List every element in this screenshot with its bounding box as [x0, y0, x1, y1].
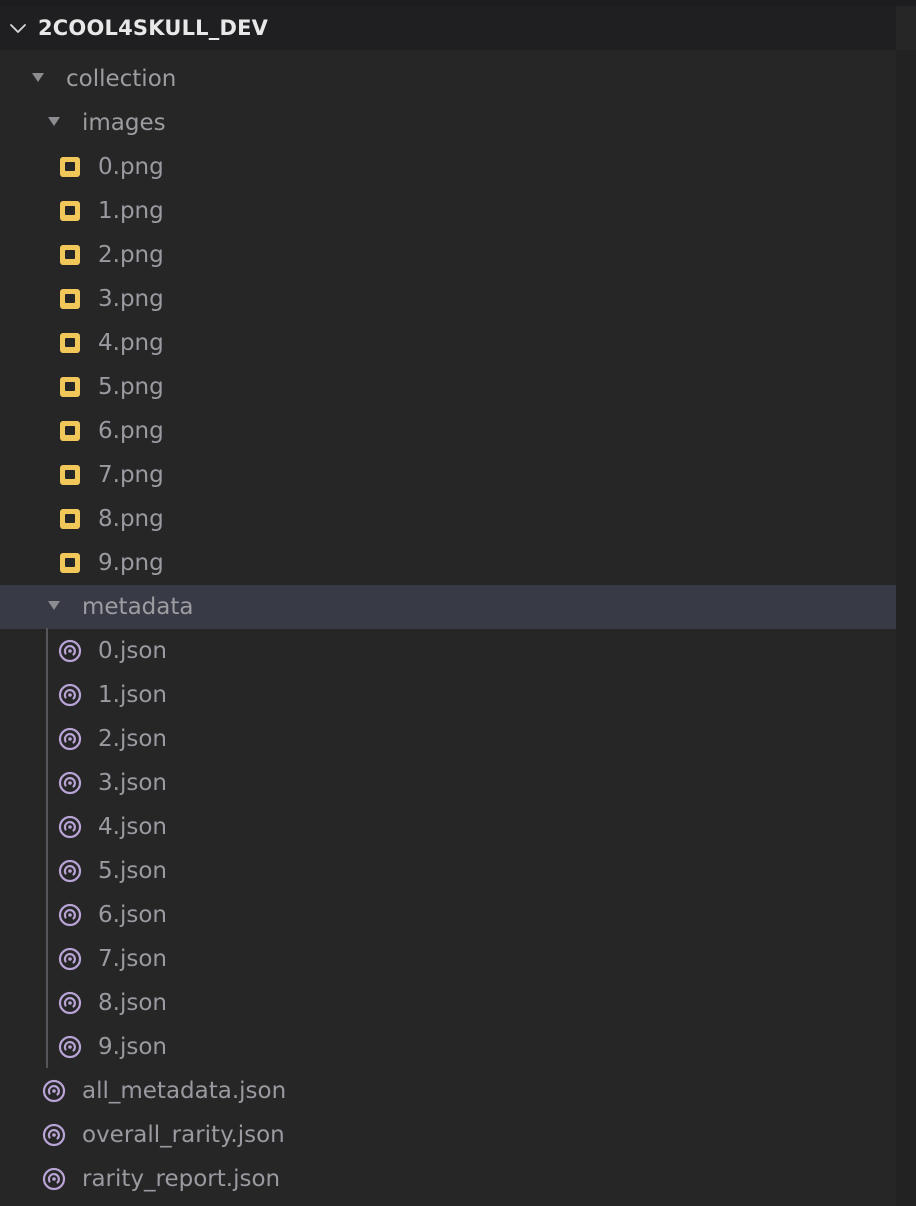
file-item[interactable]: 1.json — [0, 673, 896, 717]
file-label: 1.json — [98, 682, 167, 708]
json-file-icon — [58, 859, 82, 883]
folder-label: metadata — [82, 594, 194, 620]
caret-down-icon[interactable] — [48, 117, 60, 126]
file-item[interactable]: 9.json — [0, 1025, 896, 1069]
file-label: 4.json — [98, 814, 167, 840]
file-label: 1.png — [98, 198, 164, 224]
folder-images[interactable]: images — [0, 101, 896, 145]
caret-down-icon[interactable] — [48, 601, 60, 610]
image-file-icon — [60, 245, 80, 265]
image-file-icon — [60, 333, 80, 353]
file-item[interactable]: 6.json — [0, 893, 896, 937]
file-item[interactable]: 2.json — [0, 717, 896, 761]
file-label: 9.json — [98, 1034, 167, 1060]
json-file-icon — [42, 1079, 66, 1103]
file-item[interactable]: 5.json — [0, 849, 896, 893]
file-label: 3.png — [98, 286, 164, 312]
image-file-icon — [60, 289, 80, 309]
json-file-icon — [42, 1123, 66, 1147]
image-file-icon — [60, 157, 80, 177]
file-label: rarity_report.json — [82, 1166, 281, 1192]
file-label: 2.png — [98, 242, 164, 268]
folder-metadata[interactable]: metadata — [0, 585, 896, 629]
json-file-icon — [58, 727, 82, 751]
file-label: 5.png — [98, 374, 164, 400]
file-item[interactable]: 4.png — [0, 321, 896, 365]
file-label: 6.json — [98, 902, 167, 928]
image-file-icon — [60, 201, 80, 221]
file-label: 9.png — [98, 550, 164, 576]
file-item[interactable]: 7.json — [0, 937, 896, 981]
file-label: 0.png — [98, 154, 164, 180]
file-label: 8.json — [98, 990, 167, 1016]
folder-label: collection — [66, 66, 177, 92]
json-file-icon — [58, 1035, 82, 1059]
file-item[interactable]: 5.png — [0, 365, 896, 409]
file-item[interactable]: 8.png — [0, 497, 896, 541]
file-label: 3.json — [98, 770, 167, 796]
json-file-icon — [58, 771, 82, 795]
caret-down-icon[interactable] — [32, 73, 44, 82]
file-label: 8.png — [98, 506, 164, 532]
explorer-section-header[interactable]: 2COOL4SKULL_DEV — [0, 6, 896, 50]
file-label: 7.json — [98, 946, 167, 972]
file-item[interactable]: rarity_report.json — [0, 1157, 896, 1201]
file-item[interactable]: 6.png — [0, 409, 896, 453]
file-item[interactable]: 3.png — [0, 277, 896, 321]
json-file-icon — [58, 991, 82, 1015]
image-file-icon — [60, 465, 80, 485]
file-label: 2.json — [98, 726, 167, 752]
image-file-icon — [60, 553, 80, 573]
scrollbar-gutter[interactable] — [896, 50, 916, 1206]
file-label: overall_rarity.json — [82, 1122, 285, 1148]
file-label: 6.png — [98, 418, 164, 444]
file-label: 4.png — [98, 330, 164, 356]
file-label: all_metadata.json — [82, 1078, 287, 1104]
file-item[interactable]: 8.json — [0, 981, 896, 1025]
image-file-icon — [60, 377, 80, 397]
file-label: 7.png — [98, 462, 164, 488]
file-label: 0.json — [98, 638, 167, 664]
file-item[interactable]: 0.png — [0, 145, 896, 189]
file-item[interactable]: all_metadata.json — [0, 1069, 896, 1113]
image-file-icon — [60, 421, 80, 441]
file-explorer: 2COOL4SKULL_DEV collection images 0.png … — [0, 0, 916, 1206]
image-file-icon — [60, 509, 80, 529]
chevron-down-icon[interactable] — [8, 19, 28, 39]
folder-collection[interactable]: collection — [0, 57, 896, 101]
file-item[interactable]: 0.json — [0, 629, 896, 673]
json-file-icon — [58, 639, 82, 663]
file-item[interactable]: overall_rarity.json — [0, 1113, 896, 1157]
workspace-title: 2COOL4SKULL_DEV — [38, 16, 269, 40]
json-file-icon — [42, 1167, 66, 1191]
file-label: 5.json — [98, 858, 167, 884]
json-file-icon — [58, 947, 82, 971]
file-item[interactable]: 1.png — [0, 189, 896, 233]
json-file-icon — [58, 903, 82, 927]
file-item[interactable]: 3.json — [0, 761, 896, 805]
file-item[interactable]: 2.png — [0, 233, 896, 277]
file-item[interactable]: 4.json — [0, 805, 896, 849]
folder-label: images — [82, 110, 166, 136]
json-file-icon — [58, 683, 82, 707]
file-item[interactable]: 9.png — [0, 541, 896, 585]
json-file-icon — [58, 815, 82, 839]
file-item[interactable]: 7.png — [0, 453, 896, 497]
